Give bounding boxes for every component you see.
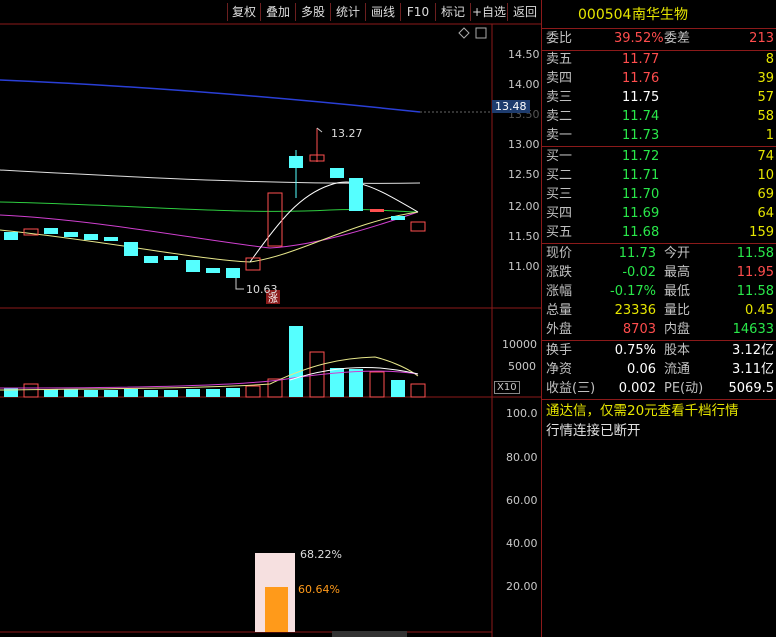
price-tick: 11.00 (508, 260, 540, 273)
sell-row: 卖一 11.73 1 (546, 128, 774, 143)
candle (289, 156, 303, 168)
candle (370, 209, 384, 212)
sell-row: 卖二 11.74 58 (546, 109, 774, 124)
indicator-tick: 40.00 (506, 537, 538, 550)
candle (4, 232, 18, 240)
price-tick: 12.50 (508, 168, 540, 181)
candle (84, 234, 98, 240)
stat-row: 涨跌 -0.02 最高 11.95 (546, 265, 774, 280)
sell-row: 卖四 11.76 39 (546, 71, 774, 86)
stock-name: 南华生物 (632, 7, 688, 23)
candle (245, 257, 261, 271)
indicator-tick: 60.00 (506, 494, 538, 507)
buy-row: 买三 11.70 69 (546, 187, 774, 202)
stat-row: 现价 11.73 今开 11.58 (546, 246, 774, 261)
weibi-row: 委比 39.52% 委差 213 (546, 31, 774, 46)
upsell-notice[interactable]: 通达信，仅需20元查看千档行情 (546, 401, 776, 421)
candle (164, 256, 178, 260)
limit-up-badge: 涨 (268, 294, 278, 305)
sell-row: 卖五 11.77 8 (546, 52, 774, 67)
buy-row: 买四 11.69 64 (546, 206, 774, 221)
candle (104, 237, 118, 241)
indicator-label-a: 68.22% (300, 548, 342, 561)
ma-white2-line (249, 181, 419, 263)
buy-row: 买一 11.72 74 (546, 149, 774, 164)
stock-code: 000504 (578, 7, 632, 23)
connection-status: 行情连接已断开 (546, 423, 641, 439)
sell-row: 卖三 11.75 57 (546, 90, 774, 105)
quote-panel: 000504 南华生物 委比 39.52% 委差 213 卖五 11.77 8 卖四… (541, 0, 776, 637)
candle (226, 268, 240, 278)
fund-row: 收益(三) 0.002 PE(动) 5069.5 (546, 381, 774, 396)
candle (349, 178, 363, 211)
buy-row: 买五 11.68 159 (546, 225, 774, 240)
candle (44, 228, 58, 234)
stock-header: 000504 南华生物 (546, 5, 776, 25)
price-tick: 13.00 (508, 138, 540, 151)
current-price-marker: 13.48 (492, 100, 530, 113)
volume-tick: 5000 (508, 360, 536, 373)
candle (206, 268, 220, 273)
volume-unit: X10 (494, 381, 520, 394)
ma-long-line (0, 79, 421, 113)
diamond-icon (458, 27, 470, 39)
stat-row: 涨幅 -0.17% 最低 11.58 (546, 284, 774, 299)
fund-row: 净资 0.06 流通 3.11亿 (546, 362, 774, 377)
indicator-bar-b (265, 587, 288, 632)
buy-row: 买二 11.71 10 (546, 168, 774, 183)
price-tick: 14.00 (508, 78, 540, 91)
candle (410, 221, 426, 232)
ma-magenta-line (0, 211, 419, 249)
volume-tick: 10000 (502, 338, 537, 351)
candle (391, 216, 405, 220)
candle (186, 260, 200, 272)
high-annotation: 13.27 (331, 127, 363, 140)
kline-chart[interactable] (0, 0, 541, 637)
candle (64, 232, 78, 237)
indicator-label-b: 60.64% (298, 583, 340, 596)
candle (124, 242, 138, 256)
price-tick: 12.00 (508, 200, 540, 213)
fund-row: 换手 0.75% 股本 3.12亿 (546, 343, 774, 358)
candle (330, 168, 344, 178)
indicator-tick: 100.0 (506, 407, 538, 420)
stat-row: 外盘 8703 内盘 14633 (546, 322, 774, 337)
indicator-tick: 20.00 (506, 580, 538, 593)
candles (4, 128, 426, 278)
stat-row: 总量 23336 量比 0.45 (546, 303, 774, 318)
candle (144, 256, 158, 263)
indicator-tick: 80.00 (506, 451, 538, 464)
price-tick: 11.50 (508, 230, 540, 243)
candle (267, 192, 283, 247)
price-tick: 14.50 (508, 48, 540, 61)
square-icon (475, 27, 487, 39)
